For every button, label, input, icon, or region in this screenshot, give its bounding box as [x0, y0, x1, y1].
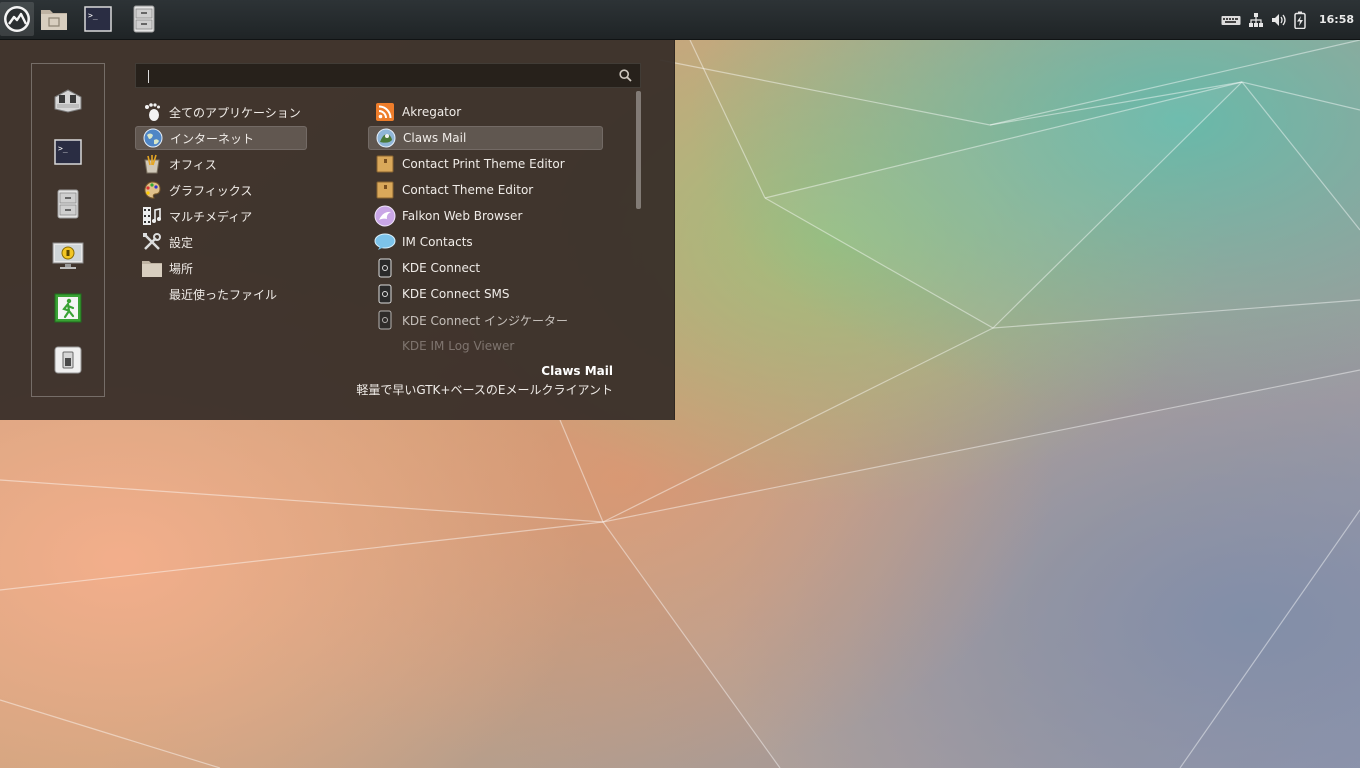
app-kde-connect-sms[interactable]: KDE Connect SMS	[368, 282, 603, 306]
kde-connect-icon	[374, 283, 396, 305]
search-icon[interactable]	[619, 69, 632, 82]
category-places[interactable]: 場所	[135, 256, 307, 280]
settings-tools-icon	[141, 231, 163, 253]
app-contact-theme-editor[interactable]: Contact Theme Editor	[368, 178, 603, 202]
app-akregator[interactable]: Akregator	[368, 100, 603, 124]
app-falkon-web-browser[interactable]: Falkon Web Browser	[368, 204, 603, 228]
network-icon[interactable]	[1248, 12, 1264, 28]
power-switch-icon	[54, 346, 82, 374]
menu-button[interactable]	[0, 2, 34, 36]
category-label: オフィス	[169, 157, 217, 172]
palette-icon	[141, 179, 163, 201]
file-cabinet-launcher[interactable]	[127, 2, 161, 36]
app-description-title: Claws Mail	[541, 364, 613, 378]
chat-bubble-icon	[374, 231, 396, 253]
file-manager-launcher[interactable]	[37, 2, 71, 36]
kde-connect-icon	[374, 257, 396, 279]
category-label: 場所	[169, 261, 194, 276]
search-input[interactable]	[146, 67, 606, 85]
category-label: インターネット	[170, 131, 255, 146]
cinnamon-logo-icon	[4, 6, 30, 32]
menu-sidebar: >_	[31, 63, 105, 397]
app-label: IM Contacts	[402, 235, 473, 249]
app-label: KDE IM Log Viewer	[402, 339, 515, 353]
rss-icon	[374, 101, 396, 123]
app-claws-mail[interactable]: Claws Mail	[368, 126, 603, 150]
text-caret	[148, 70, 149, 83]
office-icon	[141, 153, 163, 175]
top-panel: >_ 16:58	[0, 0, 1360, 40]
claws-mail-icon	[375, 127, 397, 149]
files-button[interactable]	[52, 188, 84, 220]
search-box	[135, 63, 641, 88]
category-recent-files[interactable]: 最近使ったファイル	[135, 282, 307, 306]
clock[interactable]: 16:58	[1319, 13, 1354, 26]
system-tray: 16:58	[1221, 0, 1360, 39]
application-menu: >_ 全てのアプリケーション インターネット オフィス グラフィックス マルチメ…	[0, 40, 675, 420]
log-viewer-icon	[374, 335, 396, 357]
svg-text:>_: >_	[58, 144, 68, 153]
app-kde-connect-indicator[interactable]: KDE Connect インジケーター	[368, 308, 603, 332]
category-label: 全てのアプリケーション	[169, 105, 301, 120]
terminal-launcher[interactable]: >_	[81, 2, 115, 36]
category-multimedia[interactable]: マルチメディア	[135, 204, 307, 228]
category-graphics[interactable]: グラフィックス	[135, 178, 307, 202]
volume-icon[interactable]	[1271, 12, 1287, 28]
package-icon	[54, 89, 82, 113]
cabinet-icon	[133, 5, 155, 33]
folder-icon	[41, 10, 67, 30]
category-office[interactable]: オフィス	[135, 152, 307, 176]
app-label: Contact Print Theme Editor	[402, 157, 565, 171]
category-label: 最近使ったファイル	[169, 287, 278, 302]
app-description-text: 軽量で早いGTK+ベースのEメールクライアント	[356, 383, 613, 397]
category-label: グラフィックス	[169, 183, 253, 198]
contact-theme-icon	[374, 153, 396, 175]
keyboard-icon[interactable]	[1221, 14, 1241, 26]
battery-charging-icon[interactable]	[1294, 11, 1306, 29]
app-contact-print-theme-editor[interactable]: Contact Print Theme Editor	[368, 152, 603, 176]
kde-connect-icon	[374, 309, 396, 331]
falkon-icon	[374, 205, 396, 227]
terminal-icon: >_	[84, 6, 112, 32]
app-label: Claws Mail	[403, 131, 467, 145]
desktop: >_ 16:58 >_ 全てのアプリケーション インターネット オフィス グラフ…	[0, 0, 1360, 768]
svg-text:>_: >_	[88, 11, 98, 20]
folder-icon	[141, 257, 163, 279]
category-settings[interactable]: 設定	[135, 230, 307, 254]
gnome-foot-icon	[141, 101, 163, 123]
app-kde-connect[interactable]: KDE Connect	[368, 256, 603, 280]
category-internet[interactable]: インターネット	[135, 126, 307, 150]
app-label: Akregator	[402, 105, 462, 119]
software-manager-button[interactable]	[52, 84, 84, 116]
app-list-scrollbar[interactable]	[636, 91, 641, 209]
app-label: KDE Connect	[402, 261, 481, 275]
lock-monitor-icon	[52, 242, 84, 269]
lock-screen-button[interactable]	[52, 240, 84, 272]
multimedia-icon	[141, 205, 163, 227]
cabinet-icon	[57, 189, 79, 219]
logout-button[interactable]	[52, 292, 84, 324]
globe-icon	[142, 127, 164, 149]
terminal-button[interactable]: >_	[52, 136, 84, 168]
app-label: KDE Connect インジケーター	[402, 313, 568, 328]
app-kde-im-log-viewer[interactable]: KDE IM Log Viewer	[368, 334, 603, 358]
app-im-contacts[interactable]: IM Contacts	[368, 230, 603, 254]
app-label: Contact Theme Editor	[402, 183, 534, 197]
category-label: 設定	[169, 235, 194, 250]
recent-files-icon	[141, 283, 163, 305]
shutdown-button[interactable]	[52, 344, 84, 376]
app-label: KDE Connect SMS	[402, 287, 510, 301]
terminal-icon: >_	[54, 139, 82, 165]
contact-theme-icon	[374, 179, 396, 201]
app-label: Falkon Web Browser	[402, 209, 523, 223]
category-all-applications[interactable]: 全てのアプリケーション	[135, 100, 307, 124]
category-label: マルチメディア	[169, 209, 253, 224]
exit-icon	[54, 293, 82, 323]
